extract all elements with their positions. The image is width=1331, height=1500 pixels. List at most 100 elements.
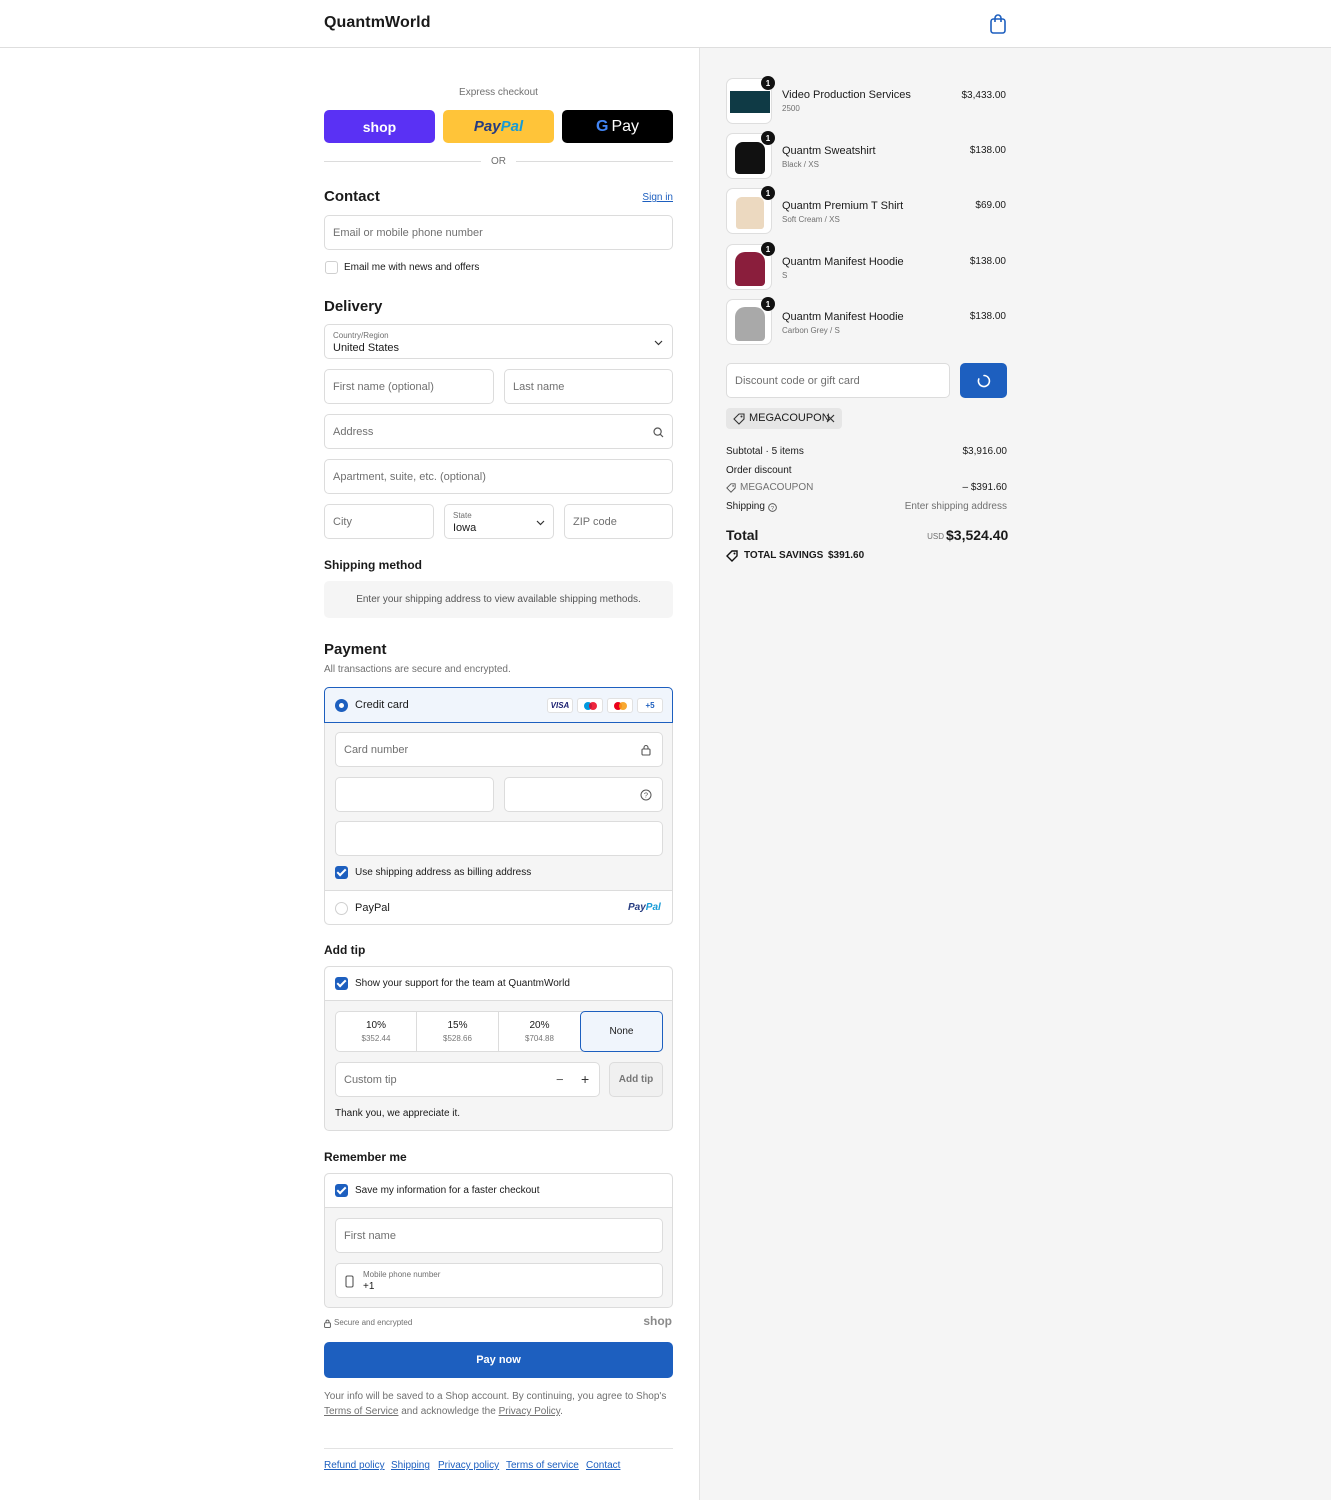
address-placeholder: Address [333, 425, 374, 438]
sign-in-link[interactable]: Sign in [600, 192, 673, 203]
quantity-badge: 1 [761, 131, 775, 145]
item-price: $3,433.00 [961, 90, 1007, 101]
tip-option-15[interactable]: 15% $528.66 [417, 1012, 499, 1051]
credit-card-option[interactable]: Credit card VISA +5 [324, 687, 673, 723]
page-header: QuantmWorld [0, 0, 1331, 48]
mobile-phone-icon [345, 1275, 354, 1288]
privacy-policy-link[interactable]: Privacy policy [438, 1460, 499, 1471]
discount-placeholder: Discount code or gift card [735, 374, 860, 387]
add-tip-heading: Add tip [324, 943, 366, 957]
payment-heading: Payment [324, 641, 387, 658]
apartment-field[interactable]: Apartment, suite, etc. (optional) [324, 459, 673, 494]
expiration-date-field[interactable] [335, 777, 494, 812]
terms-of-service-link[interactable]: Terms of service [506, 1460, 579, 1471]
total-value: $3,524.40 [946, 527, 1009, 543]
address-field[interactable]: Address [324, 414, 673, 449]
remember-first-name-field[interactable]: First name [335, 1218, 663, 1253]
store-logo[interactable]: QuantmWorld [324, 14, 431, 32]
tip-option-none[interactable]: None [580, 1011, 663, 1052]
shopping-bag-icon[interactable] [988, 13, 1008, 35]
shop-pay-button[interactable]: shop [324, 110, 435, 143]
svg-text:?: ? [644, 791, 648, 800]
item-name: Quantm Manifest Hoodie [782, 256, 904, 268]
shipping-method-message: Enter your shipping address to view avai… [324, 581, 673, 618]
or-separator: OR [491, 156, 506, 167]
chevron-down-icon [654, 340, 663, 346]
paypal-logo-pay: Pay [473, 118, 501, 135]
paypal-logo-pal: Pal [645, 902, 661, 913]
city-field[interactable]: City [324, 504, 434, 539]
chevron-down-icon [536, 520, 545, 526]
zip-field[interactable]: ZIP code [564, 504, 673, 539]
secure-label: Secure and encrypted [334, 1318, 413, 1327]
item-price: $138.00 [969, 145, 1006, 156]
shop-privacy-link[interactable]: Privacy Policy [499, 1406, 561, 1417]
name-on-card-field[interactable] [335, 821, 663, 856]
tip-option-10[interactable]: 10% $352.44 [336, 1012, 417, 1051]
legal-text: Your info will be saved to a Shop accoun… [324, 1389, 673, 1419]
tip-percent: 15% [447, 1020, 468, 1031]
shipping-policy-link[interactable]: Shipping [391, 1460, 430, 1471]
apply-discount-button[interactable] [960, 363, 1007, 398]
news-checkbox[interactable] [325, 261, 338, 274]
discount-code-input[interactable]: Discount code or gift card [726, 363, 950, 398]
email-placeholder: Email or mobile phone number [333, 226, 483, 239]
item-variant: S [782, 271, 788, 280]
paypal-radio[interactable] [335, 902, 348, 915]
shop-terms-link[interactable]: Terms of Service [324, 1406, 398, 1417]
save-info-checkbox[interactable] [335, 1184, 348, 1197]
mobile-phone-field[interactable]: Mobile phone number +1 [335, 1263, 663, 1298]
credit-card-radio[interactable] [335, 699, 348, 712]
coupon-tag: MEGACOUPON [726, 408, 842, 429]
tip-option-20[interactable]: 20% $704.88 [499, 1012, 580, 1051]
country-value: United States [333, 342, 400, 354]
paypal-option[interactable]: PayPal PayPal [325, 890, 672, 924]
paypal-logo: PayPal [628, 902, 661, 913]
tip-percent: 20% [529, 1020, 550, 1031]
email-field[interactable]: Email or mobile phone number [324, 215, 673, 250]
card-number-field[interactable]: Card number [335, 732, 663, 767]
tip-amount: $352.44 [361, 1034, 391, 1043]
tip-support-checkbox[interactable] [335, 977, 348, 990]
paypal-logo-pay: Pay [628, 902, 646, 913]
decrease-tip-button[interactable]: − [556, 1072, 564, 1087]
paypal-logo-pal: Pal [500, 118, 524, 135]
help-icon[interactable]: ? [640, 789, 652, 801]
add-tip-button[interactable]: Add tip [609, 1062, 663, 1097]
divider [516, 161, 673, 162]
order-discount-label: Order discount [726, 465, 792, 476]
last-name-field[interactable]: Last name [504, 369, 673, 404]
billing-address-checkbox[interactable] [335, 866, 348, 879]
delivery-heading: Delivery [324, 298, 383, 315]
increase-tip-button[interactable]: + [581, 1071, 589, 1087]
total-savings-value: $391.60 [828, 550, 865, 561]
custom-tip-placeholder: Custom tip [344, 1073, 397, 1086]
state-select[interactable]: State Iowa [444, 504, 554, 539]
item-name: Quantm Manifest Hoodie [782, 311, 904, 323]
paypal-button[interactable]: Pay Pal [443, 110, 554, 143]
total-savings-label: TOTAL SAVINGS [744, 550, 824, 561]
custom-tip-field[interactable]: Custom tip − + [335, 1062, 600, 1097]
quantity-badge: 1 [761, 76, 775, 90]
remove-coupon-icon[interactable] [826, 414, 835, 423]
google-pay-button[interactable]: G Pay [562, 110, 673, 143]
first-name-placeholder: First name (optional) [333, 380, 434, 393]
tip-percent: 10% [365, 1020, 386, 1031]
total-label: Total [726, 527, 759, 543]
legal-line: Your info will be saved to a Shop accoun… [324, 1391, 667, 1402]
pay-now-button[interactable]: Pay now [324, 1342, 673, 1378]
contact-link[interactable]: Contact [586, 1460, 620, 1471]
item-price: $138.00 [969, 256, 1006, 267]
card-number-placeholder: Card number [344, 743, 409, 756]
country-select[interactable]: Country/Region United States [324, 324, 673, 359]
shipping-method-heading: Shipping method [324, 558, 422, 572]
help-icon[interactable]: ? [768, 503, 777, 512]
quantity-badge: 1 [761, 297, 775, 311]
country-label: Country/Region [333, 331, 389, 340]
quantity-badge: 1 [761, 186, 775, 200]
discount-code-label: MEGACOUPON [740, 482, 814, 493]
first-name-field[interactable]: First name (optional) [324, 369, 494, 404]
item-name: Quantm Sweatshirt [782, 145, 876, 157]
refund-policy-link[interactable]: Refund policy [324, 1460, 385, 1471]
security-code-field[interactable]: ? [504, 777, 663, 812]
